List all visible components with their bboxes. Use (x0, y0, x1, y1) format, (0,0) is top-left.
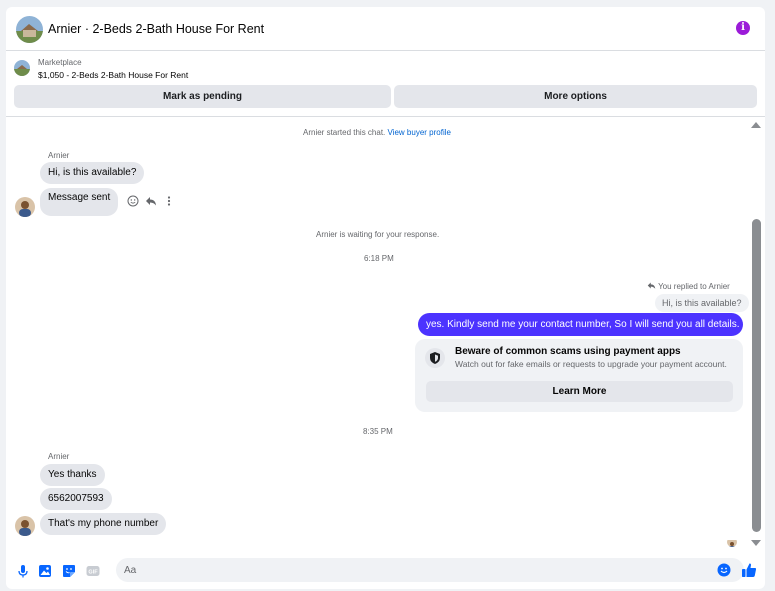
message-actions (127, 194, 175, 208)
mark-as-pending-button[interactable]: Mark as pending (14, 85, 391, 108)
sender-avatar[interactable] (15, 516, 35, 536)
sender-avatar[interactable] (15, 197, 35, 217)
scroll-thumb[interactable] (752, 219, 761, 532)
more-options-button[interactable]: More options (394, 85, 757, 108)
chat-start-notice: Arnier started this chat. View buyer pro… (303, 128, 451, 137)
chat-title: Arnier · 2-Beds 2-Bath House For Rent (48, 22, 265, 36)
microphone-icon[interactable] (16, 564, 30, 578)
scam-warning-card: Beware of common scams using payment app… (415, 339, 743, 412)
timestamp: 8:35 PM (363, 427, 393, 436)
info-icon[interactable]: i (736, 21, 750, 35)
incoming-message[interactable]: 6562007593 (40, 488, 112, 510)
scroll-up-arrow[interactable] (751, 122, 761, 128)
timestamp: 6:18 PM (364, 254, 394, 263)
react-emoji-icon[interactable] (127, 195, 139, 207)
gif-icon[interactable]: GIF (86, 564, 100, 578)
listing-detail[interactable]: $1,050 - 2-Beds 2-Bath House For Rent (38, 70, 188, 80)
chat-header: Arnier · 2-Beds 2-Bath House For Rent i (6, 7, 765, 51)
view-buyer-profile-link[interactable]: View buyer profile (388, 128, 451, 137)
outgoing-message[interactable]: yes. Kindly send me your contact number,… (418, 313, 743, 336)
emoji-icon[interactable] (717, 563, 731, 577)
incoming-message[interactable]: That's my phone number (40, 513, 167, 535)
more-actions-icon[interactable] (163, 195, 175, 207)
shield-icon (425, 348, 445, 368)
replied-indicator: You replied to Arnier (647, 281, 730, 291)
thumbs-up-icon[interactable] (741, 562, 757, 578)
listing-avatar[interactable] (16, 16, 43, 43)
incoming-message[interactable]: Hi, is this available? (40, 162, 145, 184)
learn-more-button[interactable]: Learn More (426, 381, 733, 402)
sticker-icon[interactable] (62, 564, 76, 578)
sender-name: Arnier (48, 452, 70, 461)
scroll-down-arrow[interactable] (751, 540, 761, 546)
scam-warning-text: Watch out for fake emails or requests to… (455, 359, 727, 369)
incoming-message[interactable]: Message sent (40, 188, 119, 216)
header-divider (6, 116, 765, 117)
svg-text:GIF: GIF (88, 570, 98, 576)
message-composer: GIF (6, 552, 765, 589)
listing-thumbnail[interactable] (14, 60, 30, 76)
photo-icon[interactable] (38, 564, 52, 578)
reply-icon (647, 282, 656, 289)
chat-scrollbar[interactable] (748, 120, 765, 548)
seen-receipt-avatar (727, 537, 737, 547)
waiting-notice: Arnier is waiting for your response. (316, 230, 440, 239)
scam-warning-title: Beware of common scams using payment app… (455, 346, 681, 357)
marketplace-label: Marketplace (38, 58, 82, 67)
message-input[interactable] (116, 558, 744, 582)
incoming-message[interactable]: Yes thanks (40, 464, 105, 486)
reply-icon[interactable] (145, 195, 157, 207)
quoted-message[interactable]: Hi, is this available? (655, 294, 749, 312)
sender-name: Arnier (48, 151, 70, 160)
